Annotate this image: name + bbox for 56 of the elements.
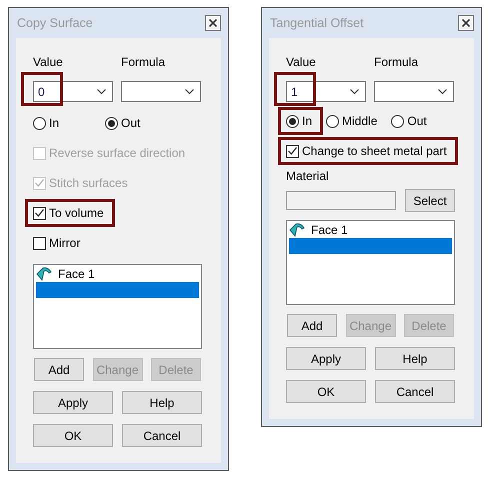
value-label: Value bbox=[33, 55, 64, 69]
window-title: Copy Surface bbox=[17, 16, 93, 30]
radio-button[interactable] bbox=[33, 116, 46, 130]
close-icon bbox=[462, 19, 470, 27]
formula-dropdown[interactable] bbox=[121, 81, 201, 102]
radio-option[interactable]: Out bbox=[105, 116, 140, 130]
checkbox[interactable] bbox=[33, 236, 46, 250]
chevron-icon bbox=[185, 89, 194, 94]
select-button[interactable]: Select bbox=[405, 189, 455, 212]
value-label: Value bbox=[286, 55, 317, 69]
face-list[interactable]: Face 1 bbox=[33, 264, 202, 349]
dialog-button[interactable]: OK bbox=[286, 380, 366, 403]
close-button[interactable] bbox=[458, 15, 474, 31]
checkbox[interactable] bbox=[33, 206, 46, 220]
check-icon bbox=[35, 209, 44, 217]
radio-button[interactable] bbox=[391, 114, 404, 128]
dialog-button[interactable]: OK bbox=[33, 424, 113, 447]
check-icon bbox=[35, 179, 44, 187]
formula-dropdown[interactable] bbox=[374, 81, 454, 102]
radio-option[interactable]: In bbox=[33, 116, 60, 130]
face-list[interactable]: Face 1 bbox=[286, 220, 455, 305]
radio-button[interactable] bbox=[105, 116, 118, 130]
check-icon bbox=[288, 147, 297, 155]
checkbox-option[interactable]: To volume bbox=[33, 206, 104, 220]
close-icon bbox=[209, 19, 217, 27]
close-button[interactable] bbox=[205, 15, 221, 31]
surface-icon bbox=[36, 267, 52, 281]
formula-label: Formula bbox=[374, 55, 420, 69]
checkbox[interactable] bbox=[286, 144, 299, 158]
dialog-button[interactable]: Apply bbox=[286, 347, 366, 370]
formula-label: Formula bbox=[121, 55, 166, 69]
radio-option[interactable]: Out bbox=[391, 114, 427, 128]
chevron-icon bbox=[438, 89, 447, 94]
window-title: Tangential Offset bbox=[270, 16, 364, 30]
chevron-icon bbox=[97, 89, 106, 94]
dialog-button[interactable]: Help bbox=[375, 347, 455, 370]
material-label: Material bbox=[286, 169, 330, 183]
chevron-icon bbox=[350, 89, 359, 94]
dialog-button[interactable]: Add bbox=[34, 358, 84, 381]
dialog-button[interactable]: Cancel bbox=[375, 380, 455, 403]
value-dropdown[interactable]: 0 bbox=[33, 81, 113, 102]
radio-option[interactable]: In bbox=[286, 114, 312, 128]
value-dropdown[interactable]: 1 bbox=[286, 81, 366, 102]
list-row[interactable]: Face 1 bbox=[289, 222, 452, 238]
dialog-button[interactable]: Cancel bbox=[122, 424, 202, 447]
material-field[interactable] bbox=[286, 191, 396, 210]
list-row[interactable]: Face 1 bbox=[36, 266, 199, 282]
radio-button[interactable] bbox=[286, 114, 299, 128]
checkbox-option[interactable]: Change to sheet metal part bbox=[286, 144, 447, 158]
checkbox-option[interactable]: Mirror bbox=[33, 236, 80, 250]
dialog-button[interactable]: Apply bbox=[33, 391, 113, 414]
dialog-button[interactable]: Help bbox=[122, 391, 202, 414]
radio-button[interactable] bbox=[326, 114, 340, 128]
dialog-button[interactable]: Add bbox=[287, 314, 337, 337]
surface-icon bbox=[289, 223, 305, 237]
radio-option[interactable]: Middle bbox=[326, 114, 378, 128]
